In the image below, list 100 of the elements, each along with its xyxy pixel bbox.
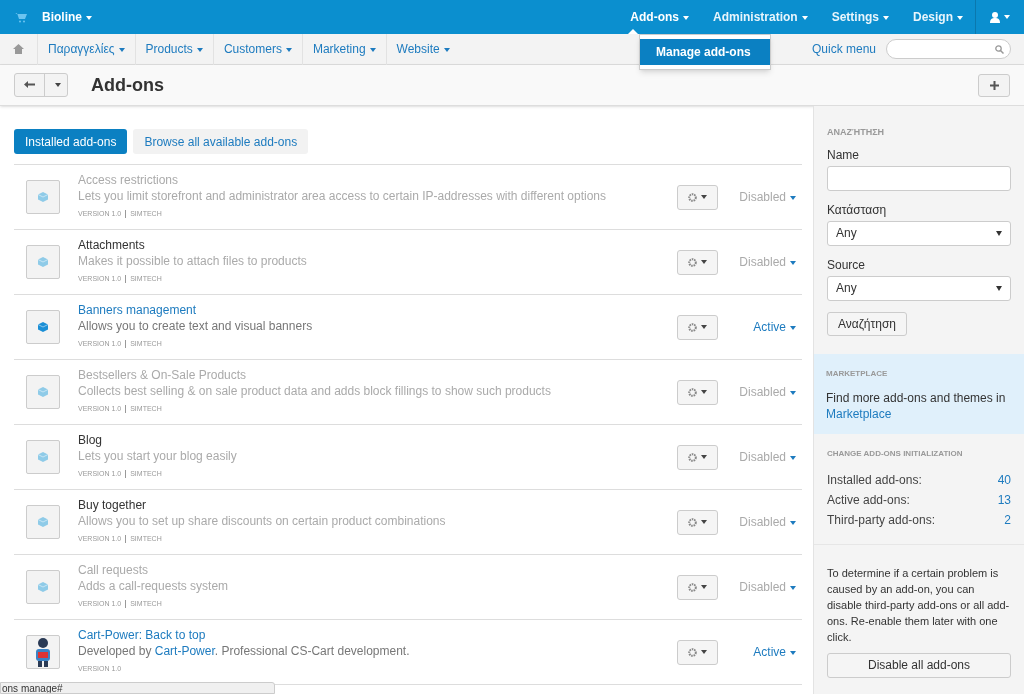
- status-dropdown[interactable]: Disabled: [718, 188, 802, 206]
- home-icon[interactable]: [13, 44, 24, 54]
- cube-icon: [37, 581, 49, 593]
- nav-menu-item[interactable]: Website: [385, 33, 460, 65]
- tab[interactable]: Installed add-ons: [14, 129, 128, 154]
- settings-button[interactable]: [677, 509, 718, 535]
- marketplace-link[interactable]: Marketplace: [826, 405, 1012, 422]
- top-menu-item[interactable]: Design: [901, 0, 975, 34]
- nav-menu-item[interactable]: Παραγγελίες: [37, 33, 135, 65]
- field-label: Source: [827, 257, 867, 272]
- dropdown-item[interactable]: Manage add-ons: [640, 39, 770, 65]
- search-field[interactable]: [886, 39, 1011, 59]
- caret-icon: [790, 390, 796, 395]
- caret-icon: [118, 47, 125, 52]
- caret-icon: [369, 47, 376, 52]
- add-button[interactable]: [978, 73, 1010, 97]
- nav-menu-item[interactable]: Customers: [212, 33, 302, 65]
- cart-icon[interactable]: [15, 11, 27, 23]
- caret-icon: [86, 15, 92, 20]
- caret-icon: [1004, 15, 1010, 19]
- caret-icon: [701, 585, 707, 589]
- addon-description: Lets you start your blog easily: [78, 448, 238, 464]
- gear-icon: [688, 192, 697, 202]
- settings-button[interactable]: [677, 249, 718, 275]
- caret-icon: [701, 390, 707, 394]
- caret-icon: [443, 47, 450, 52]
- stat-label: Active add-ons:: [827, 491, 910, 509]
- cube-icon: [37, 386, 49, 398]
- caret-icon: [55, 83, 61, 87]
- tab[interactable]: Browse all available add-ons: [133, 129, 309, 154]
- status-dropdown[interactable]: Disabled: [718, 253, 802, 271]
- gear-icon: [688, 582, 697, 592]
- cube-icon: [37, 191, 49, 203]
- settings-button[interactable]: [677, 574, 718, 600]
- caret-icon: [790, 585, 796, 590]
- plus-icon: [989, 80, 999, 90]
- gear-icon: [688, 257, 697, 267]
- section-heading: ΑΝΑΖΉΤΗΣΗ: [827, 126, 886, 139]
- caret-icon: [285, 47, 292, 52]
- addon-description: Collects best selling & on sale product data and adds block fillings to show such products: [78, 383, 552, 399]
- addon-name: Attachments: [78, 237, 146, 253]
- settings-button[interactable]: [677, 314, 718, 340]
- cube-icon: [37, 256, 49, 268]
- quick-menu-link[interactable]: Quick menu: [811, 40, 876, 58]
- status-dropdown[interactable]: Disabled: [718, 383, 802, 401]
- status-dropdown[interactable]: Disabled: [718, 513, 802, 531]
- caret-icon: [790, 325, 796, 330]
- gear-icon: [688, 517, 697, 527]
- addon-name: Blog: [78, 432, 104, 448]
- page-title: Add-ons: [91, 73, 164, 97]
- vendor-link[interactable]: Cart-Power: [154, 644, 215, 658]
- settings-button[interactable]: [677, 639, 718, 665]
- caret-icon: [801, 15, 808, 20]
- stat-label: Installed add-ons:: [827, 471, 922, 489]
- settings-button[interactable]: [677, 444, 718, 470]
- cube-icon: [37, 451, 49, 463]
- select-field[interactable]: Any: [827, 275, 1011, 301]
- addon-description: Lets you limit storefront and administrator area access to certain IP-addresses with different options: [78, 188, 608, 204]
- caret-icon: [701, 650, 707, 654]
- caret-icon: [957, 15, 963, 20]
- search-icon: [995, 44, 1004, 54]
- brand-menu[interactable]: Bioline: [42, 8, 92, 26]
- stat-label: Third-party add-ons:: [827, 511, 936, 529]
- gear-icon: [688, 647, 697, 657]
- top-menu-item[interactable]: Settings: [819, 0, 901, 34]
- status-dropdown[interactable]: Active: [718, 643, 802, 661]
- cube-icon: [37, 321, 49, 333]
- input-field[interactable]: [827, 165, 1011, 191]
- nav-menu-item[interactable]: Marketing: [301, 33, 386, 65]
- stat-count[interactable]: 40: [997, 469, 1011, 490]
- cube-icon: [37, 516, 49, 528]
- caret-icon: [790, 260, 796, 265]
- section-heading: CHANGE ADD-ONS INITIALIZATION: [827, 447, 964, 460]
- status-dropdown[interactable]: Active: [718, 318, 802, 336]
- help-text: To determine if a certain problem is caused by an add-on, you can disable third-party add-ons or all add-ons. Re-enable them later with one click.: [827, 565, 1011, 645]
- settings-button[interactable]: [677, 379, 718, 405]
- nav-menu-item[interactable]: Products: [134, 33, 213, 65]
- addon-name[interactable]: Banners management: [78, 302, 677, 318]
- status-dropdown[interactable]: Disabled: [718, 448, 802, 466]
- marketplace-text: Find more add-ons and themes in: [826, 389, 1007, 406]
- addon-description: Makes it possible to attach files to products: [78, 253, 308, 269]
- stat-count[interactable]: 2: [1004, 509, 1011, 530]
- addon-description: Adds a call-requests system: [78, 578, 230, 594]
- stat-count[interactable]: 13: [997, 489, 1011, 510]
- top-menu-item[interactable]: Administration: [700, 0, 820, 34]
- search-button[interactable]: Αναζήτηση: [827, 311, 907, 336]
- caret-icon: [682, 15, 689, 20]
- addon-description: Developed by Cart-Power. Professional CS-Cart development.: [78, 643, 411, 659]
- caret-icon: [196, 47, 203, 52]
- disable-all-button[interactable]: Disable all add-ons: [827, 652, 1011, 678]
- settings-button[interactable]: [677, 184, 718, 210]
- gear-icon: [688, 387, 697, 397]
- status-dropdown[interactable]: Disabled: [718, 578, 802, 596]
- field-label: Κατάσταση: [827, 202, 888, 217]
- addon-name: Call requests: [78, 562, 150, 578]
- caret-icon: [790, 650, 796, 655]
- user-icon: [990, 11, 1000, 23]
- select-field[interactable]: Any: [827, 220, 1011, 246]
- addon-name[interactable]: Cart-Power: Back to top: [78, 627, 677, 643]
- field-label: Name: [827, 147, 860, 162]
